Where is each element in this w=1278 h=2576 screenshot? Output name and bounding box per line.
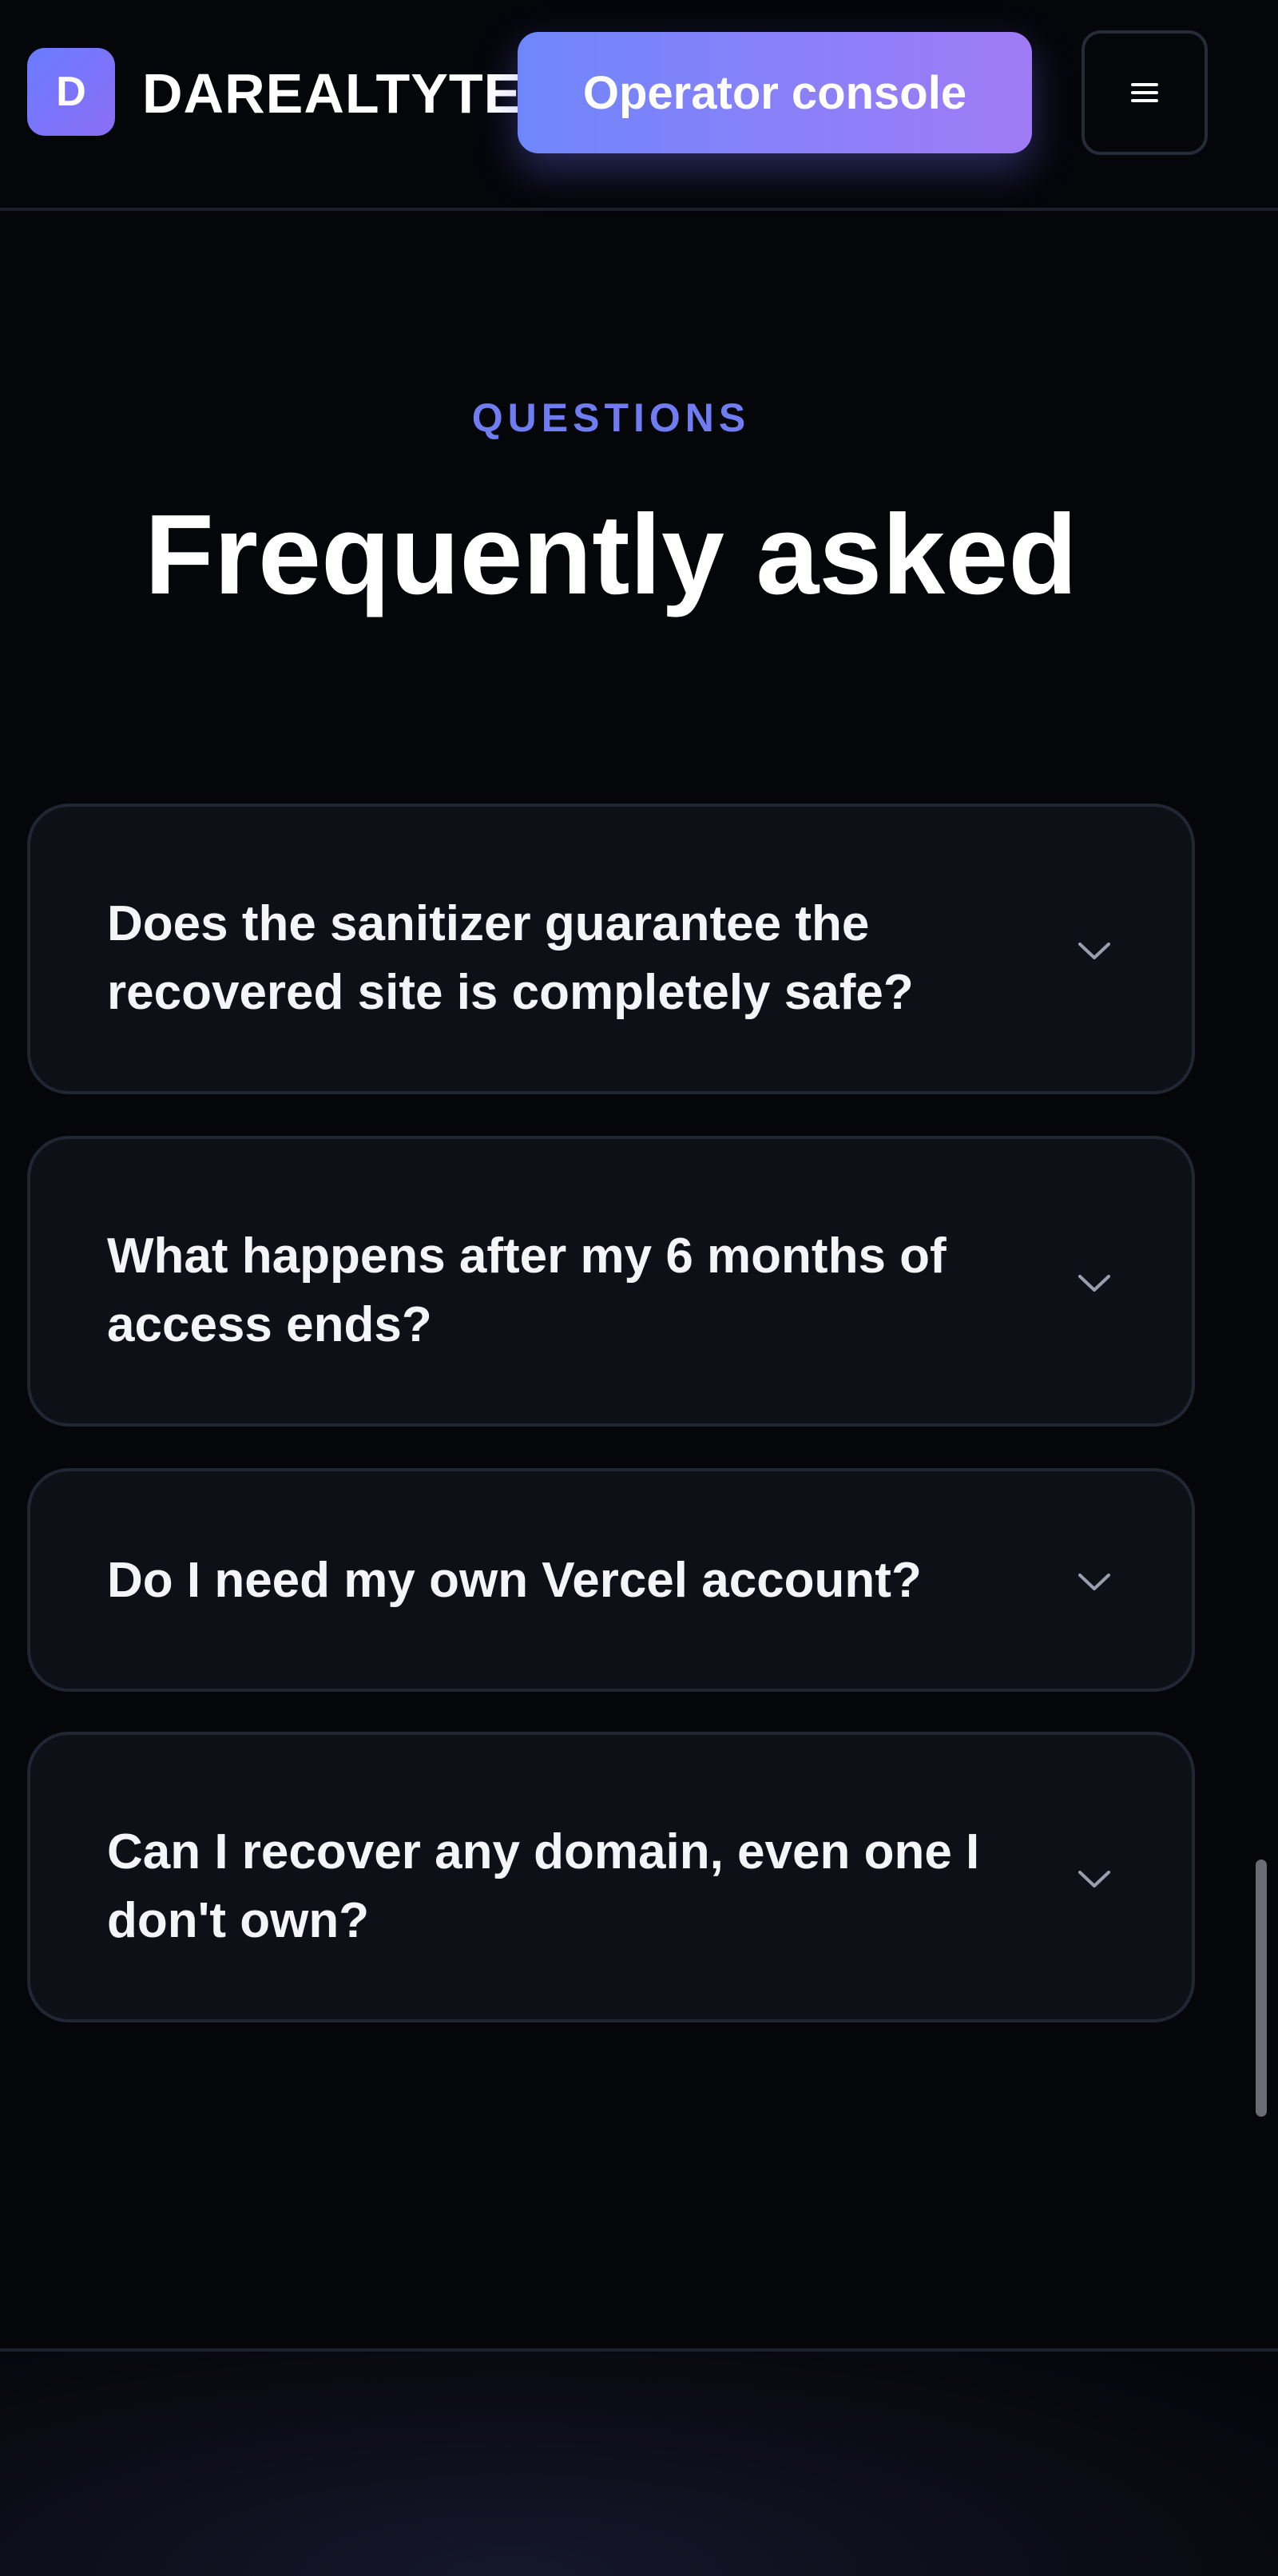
chevron-down-icon <box>1078 1275 1110 1292</box>
hamburger-menu-icon <box>1131 83 1158 102</box>
logo-letter: D <box>56 69 86 115</box>
chevron-down-icon <box>1078 1574 1110 1590</box>
faq-question: Can I recover any domain, even one I don… <box>107 1824 980 1948</box>
faq-item[interactable]: Can I recover any domain, even one I don… <box>27 1732 1195 2022</box>
faq-question: Does the sanitizer guarantee the recover… <box>107 896 914 1020</box>
section-eyebrow: QUESTIONS <box>471 395 751 440</box>
chevron-down-icon <box>1078 1871 1110 1887</box>
faq-item[interactable]: What happens after my 6 months of access… <box>27 1136 1195 1427</box>
faq-question: Do I need my own Vercel account? <box>107 1553 922 1608</box>
menu-button[interactable] <box>1082 30 1208 155</box>
site-header: D DAREALTYTE Operator console <box>0 0 1278 211</box>
brand-name[interactable]: DAREALTYTE <box>142 58 522 129</box>
chevron-down-icon <box>1078 943 1110 959</box>
faq-item[interactable]: Do I need my own Vercel account? <box>27 1468 1195 1692</box>
operator-console-button[interactable]: Operator console <box>518 32 1032 153</box>
faq-item[interactable]: Does the sanitizer guarantee the recover… <box>27 804 1195 1094</box>
footer-band <box>0 2348 1278 2576</box>
logo-badge[interactable]: D <box>27 48 115 136</box>
section-title: Frequently asked <box>145 491 1078 618</box>
faq-question: What happens after my 6 months of access… <box>107 1228 947 1352</box>
scrollbar-thumb[interactable] <box>1256 1860 1267 2117</box>
